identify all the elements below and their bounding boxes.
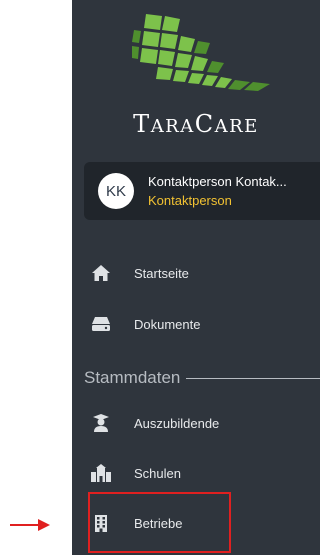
nav-item-startseite[interactable]: Startseite bbox=[90, 258, 290, 288]
home-icon bbox=[90, 262, 112, 284]
sidebar: TARACARE KK Kontaktperson Kontak... Kont… bbox=[72, 0, 320, 555]
brand-part-are: ARE bbox=[214, 116, 259, 137]
highlight-box bbox=[88, 492, 231, 553]
school-icon bbox=[90, 462, 112, 484]
brand-name: TARACARE bbox=[72, 110, 320, 138]
drive-icon bbox=[90, 313, 112, 335]
brand-letter-c: C bbox=[194, 110, 215, 138]
nav-item-schulen[interactable]: Schulen bbox=[90, 458, 290, 488]
section-divider bbox=[186, 377, 320, 379]
nav-label-schulen: Schulen bbox=[134, 465, 181, 481]
student-icon bbox=[90, 412, 112, 434]
nav-item-auszubildende[interactable]: Auszubildende bbox=[90, 408, 290, 438]
user-name: Kontaktperson Kontak... bbox=[148, 174, 287, 189]
section-stammdaten: Stammdaten bbox=[84, 368, 320, 388]
nav-item-dokumente[interactable]: Dokumente bbox=[90, 309, 290, 339]
taracare-logo bbox=[132, 10, 282, 92]
nav-label-auszubildende: Auszubildende bbox=[134, 415, 220, 431]
brand-part-ara: ARA bbox=[150, 116, 195, 137]
avatar[interactable]: KK bbox=[98, 173, 134, 209]
nav-label-dokumente: Dokumente bbox=[134, 316, 201, 332]
brand-letter-t: T bbox=[133, 110, 151, 138]
user-card[interactable]: KK Kontaktperson Kontak... Kontaktperson bbox=[84, 162, 320, 220]
nav-label-startseite: Startseite bbox=[134, 265, 189, 281]
section-title: Stammdaten bbox=[84, 368, 181, 387]
pointer-arrow-icon bbox=[10, 518, 50, 537]
user-role: Kontaktperson bbox=[148, 193, 232, 208]
